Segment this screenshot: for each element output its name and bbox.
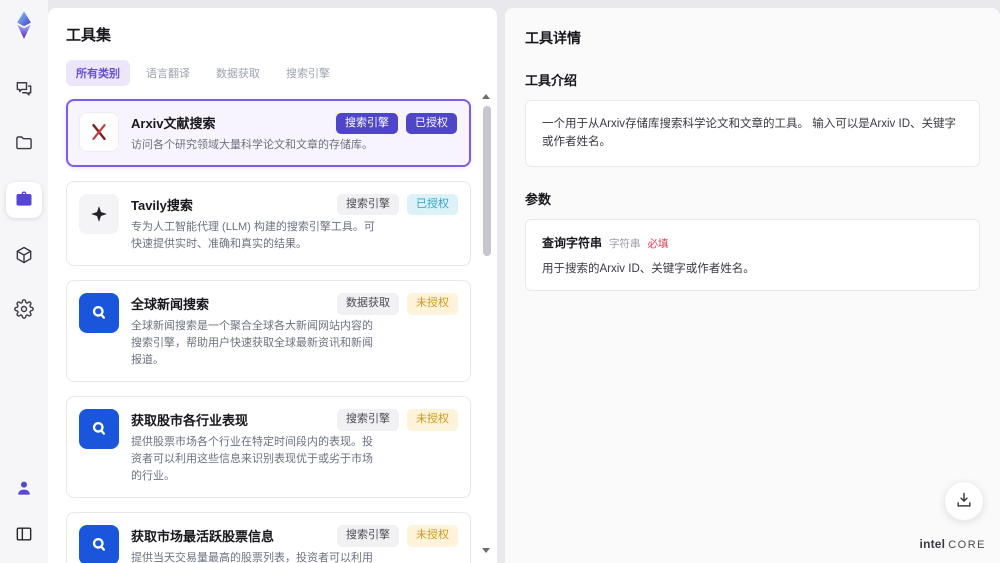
tool-description: 提供当天交易量最高的股票列表，投资者可以利用这些信息来识别流动性强的股票和潜在的… [131,552,373,563]
category-badge: 搜索引擎 [336,113,398,135]
tool-badges: 搜索引擎 已授权 [336,113,457,135]
auth-status-badge: 未授权 [407,409,458,431]
brand-series: CORE [948,539,986,551]
blueapp-tool-icon [79,293,119,334]
param-header: 查询字符串 字符串 必填 [542,234,963,251]
tool-description: 提供股票市场各个行业在特定时间段内的表现。投资者可以利用这些信息来识别表现优于或… [131,436,373,483]
chat-icon [14,79,34,102]
app-logo [9,10,39,40]
tool-description: 访问各个研究领域大量科学论文和文章的存储库。 [131,139,373,151]
tools-list: Arxiv文献搜索 访问各个研究领域大量科学论文和文章的存储库。 搜索引擎 已授权 Ta… [66,99,471,563]
auth-status-badge: 已授权 [407,194,458,216]
tool-badges: 搜索引擎 未授权 [337,525,458,547]
tool-card[interactable]: Tavily搜索 专为人工智能代理 (LLM) 构建的搜索引擎工具。可快速提供实时… [66,181,471,267]
main-content: 工具集 所有类别 语言翻译 数据获取 搜索引擎 Arxiv文献搜索 访问各个研究领域大量… [48,8,1000,563]
intro-heading: 工具介绍 [525,73,578,88]
sparkle-tool-icon [79,194,119,235]
download-icon [954,490,974,513]
tool-description: 专为人工智能代理 (LLM) 构建的搜索引擎工具。可快速提供实时、准确和真实的结… [131,221,375,251]
tool-detail-panel: 工具详情 工具介绍 一个用于从Arxiv存储库搜索科学论文和文章的工具。 输入可… [505,8,1000,563]
arxiv-tool-icon [79,112,119,152]
brand-name: intel [919,537,946,551]
tab-translate[interactable]: 语言翻译 [136,60,200,86]
gear-icon [14,298,34,322]
tool-card[interactable]: 获取股市各行业表现 提供股票市场各个行业在特定时间段内的表现。投资者可以利用这些信… [66,396,471,499]
intel-core-logo: intel CORE [920,537,986,551]
param-name: 查询字符串 [542,235,603,250]
scrollbar-up-arrow[interactable] [482,94,490,99]
sidebar-item-folder[interactable] [8,128,40,160]
tools-panel: 工具集 所有类别 语言翻译 数据获取 搜索引擎 Arxiv文献搜索 访问各个研究领域大量… [48,8,497,563]
auth-status-badge: 已授权 [406,113,457,135]
sidebar-item-profile[interactable] [8,473,40,505]
tool-intro-box: 一个用于从Arxiv存储库搜索科学论文和文章的工具。 输入可以是Arxiv ID… [525,100,980,167]
sidebar-bottom [8,473,40,551]
tool-card[interactable]: 获取市场最活跃股票信息提供当天交易量最高的股票列表，投资者可以利用这些信息来识别… [66,512,471,563]
sidebar-item-tools[interactable] [6,182,42,218]
sidebar-item-settings[interactable] [8,294,40,326]
tool-description: 全球新闻搜索是一个聚合全球各大新闻网站内容的搜索引擎，帮助用户快速获取全球最新资… [131,320,373,367]
cube-icon [14,245,34,268]
panel-icon [14,524,34,547]
sidebar-item-collapse[interactable] [8,519,40,551]
param-required-badge: 必填 [647,237,669,250]
param-type: 字符串 [609,237,641,250]
download-button[interactable] [944,481,984,521]
category-badge: 搜索引擎 [337,194,399,216]
category-tabs: 所有类别 语言翻译 数据获取 搜索引擎 [66,60,471,86]
person-icon [14,478,34,501]
detail-title: 工具详情 [525,30,581,46]
category-badge: 搜索引擎 [337,409,399,431]
tool-card[interactable]: Arxiv文献搜索 访问各个研究领域大量科学论文和文章的存储库。 搜索引擎 已授权 [66,99,471,168]
folder-icon [14,133,34,156]
scrollbar-thumb[interactable] [483,106,491,256]
briefcase-icon [14,189,34,212]
tool-badges: 数据获取 未授权 [337,293,458,315]
params-heading: 参数 [525,191,552,207]
tools-panel-title: 工具集 [66,27,112,44]
category-badge: 搜索引擎 [337,525,399,547]
param-box: 查询字符串 字符串 必填 用于搜索的Arxiv ID、关键字或作者姓名。 [525,218,980,291]
sidebar-item-box[interactable] [8,240,40,272]
tool-badges: 搜索引擎 未授权 [337,409,458,431]
tab-data[interactable]: 数据获取 [206,60,270,86]
tool-card[interactable]: 全球新闻搜索 全球新闻搜索是一个聚合全球各大新闻网站内容的搜索引擎，帮助用户快速获… [66,280,471,383]
category-badge: 数据获取 [337,293,399,315]
tool-intro-text: 一个用于从Arxiv存储库搜索科学论文和文章的工具。 输入可以是Arxiv ID… [542,118,956,149]
tool-badges: 搜索引擎 已授权 [337,194,458,216]
sidebar-nav [6,74,42,326]
blueapp-tool-icon [79,409,119,450]
app-sidebar [0,0,48,563]
tab-all[interactable]: 所有类别 [66,60,130,86]
sidebar-item-chat[interactable] [8,74,40,106]
scrollbar-down-arrow[interactable] [482,548,490,553]
param-desc: 用于搜索的Arxiv ID、关键字或作者姓名。 [542,262,755,275]
auth-status-badge: 未授权 [407,293,458,315]
blueapp-tool-icon [79,525,119,563]
tab-search[interactable]: 搜索引擎 [276,60,340,86]
auth-status-badge: 未授权 [407,525,458,547]
